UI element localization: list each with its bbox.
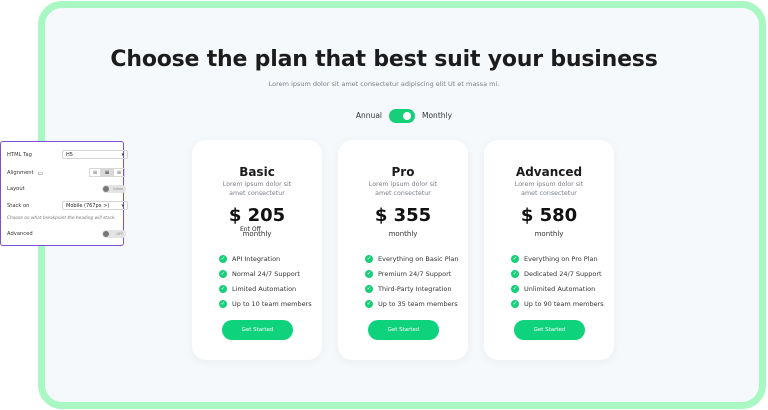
plan-name: Advanced [515, 165, 583, 179]
alignment-row: Alignment ▭ ≡ ≡ ≡ [7, 168, 125, 178]
monthly-label[interactable]: Monthly [422, 111, 452, 120]
feature-label: Up to 90 team members [524, 299, 604, 308]
alignment-label: Alignment [7, 170, 34, 176]
advanced-toggle[interactable]: OFF [102, 230, 126, 238]
plan-card-basic: Basic Lorem ipsum dolor sit amet consect… [192, 140, 322, 360]
monitor-icon[interactable]: ▭ [38, 170, 44, 177]
plan-name: Pro [391, 165, 415, 179]
feature-item: ✓ Third-Party Integration [365, 281, 459, 296]
stack-note: Choose on what breakpoint the heading wi… [7, 215, 116, 221]
html-tag-value: H5 [66, 152, 73, 158]
feature-label: Premium 24/7 Support [378, 269, 452, 278]
advanced-label: Advanced [7, 231, 33, 237]
plan-description: Lorem ipsum dolor sit amet consectetur [222, 181, 292, 197]
feature-list: ✓ Everything on Basic Plan ✓ Premium 24/7 … [365, 251, 459, 311]
feature-item: ✓ Premium 24/7 Support [365, 266, 459, 281]
feature-label: Limited Automation [232, 284, 297, 293]
check-icon: ✓ [365, 269, 373, 278]
feature-item: ✓ Up to 10 team members [219, 296, 312, 311]
check-icon: ✓ [219, 299, 227, 308]
alignment-buttons: ≡ ≡ ≡ [89, 168, 127, 177]
feature-item: ✓ API Integration [219, 251, 312, 266]
check-icon: ✓ [511, 284, 519, 293]
feature-label: Normal 24/7 Support [232, 269, 300, 278]
plan-name: Basic [239, 165, 275, 179]
align-left-icon[interactable]: ≡ [89, 168, 101, 177]
check-icon: ✓ [219, 254, 227, 263]
plan-card-advanced: Advanced Lorem ipsum dolor sit amet cons… [484, 140, 614, 360]
advanced-toggle-text: OFF [116, 232, 123, 236]
plan-price: $ 355 [374, 205, 432, 226]
chevron-down-icon: ▾ [121, 203, 124, 209]
feature-item: ✓ Up to 90 team members [511, 296, 604, 311]
feature-item: ✓ Normal 24/7 Support [219, 266, 312, 281]
plan-period: monthly [534, 230, 564, 238]
check-icon: ✓ [219, 269, 227, 278]
layout-toggle[interactable]: Inline [102, 185, 126, 193]
feature-label: Third-Party Integration [378, 284, 452, 293]
plan-description: Lorem ipsum dolor sit amet consectetur [368, 181, 438, 197]
feature-item: ✓ Everything on Pro Plan [511, 251, 604, 266]
layout-row: Layout Inline [7, 184, 126, 194]
feature-item: ✓ Dedicated 24/7 Support [511, 266, 604, 281]
align-right-icon[interactable]: ≡ [113, 168, 125, 177]
stack-on-row: Stack on Mobile (767px >) ▾ [7, 201, 128, 211]
feature-label: Unlimited Automation [524, 284, 596, 293]
stack-on-select[interactable]: Mobile (767px >) ▾ [62, 201, 128, 210]
plan-price: $ 580 [520, 205, 578, 226]
annual-label[interactable]: Annual [344, 111, 382, 120]
stack-note-row: Choose on what breakpoint the heading wi… [7, 213, 120, 223]
billing-toggle-row: Annual Monthly [0, 108, 768, 124]
plan-period: monthly [388, 230, 418, 238]
feature-label: Up to 35 team members [378, 299, 458, 308]
feature-label: API Integration [232, 254, 281, 263]
feature-item: ✓ Unlimited Automation [511, 281, 604, 296]
toggle-knob [103, 231, 109, 237]
heading-settings-panel: HTML Tag H5 ▾ Alignment ▭ ≡ ≡ ≡ Layout I… [0, 141, 128, 246]
advanced-row: Advanced OFF [7, 229, 126, 239]
html-tag-select[interactable]: H5 ▾ [62, 150, 128, 159]
html-tag-label: HTML Tag [7, 152, 32, 158]
check-icon: ✓ [511, 299, 519, 308]
feature-label: Everything on Basic Plan [378, 254, 459, 263]
check-icon: ✓ [365, 299, 373, 308]
check-icon: ✓ [365, 254, 373, 263]
overlay-tag-text: Ent Off [240, 226, 261, 233]
stack-on-value: Mobile (767px >) [66, 203, 110, 209]
billing-toggle-switch[interactable] [389, 109, 415, 123]
toggle-knob [403, 112, 411, 120]
layout-toggle-text: Inline [113, 187, 123, 191]
html-tag-row: HTML Tag H5 ▾ [7, 150, 128, 160]
page-title: Choose the plan that best suit your busi… [110, 47, 658, 72]
plan-price: $ 205 [228, 205, 286, 226]
get-started-button-advanced[interactable]: Get Started [514, 320, 585, 340]
plan-card-pro: Pro Lorem ipsum dolor sit amet consectet… [338, 140, 468, 360]
plan-description: Lorem ipsum dolor sit amet consectetur [514, 181, 584, 197]
feature-list: ✓ API Integration ✓ Normal 24/7 Support ✓ L… [219, 251, 312, 311]
feature-item: ✓ Everything on Basic Plan [365, 251, 459, 266]
stack-on-label: Stack on [7, 203, 30, 209]
check-icon: ✓ [511, 269, 519, 278]
feature-label: Everything on Pro Plan [524, 254, 598, 263]
page-subtitle: Lorem ipsum dolor sit amet consectetur a… [268, 80, 500, 88]
feature-item: ✓ Limited Automation [219, 281, 312, 296]
toggle-knob [103, 186, 109, 192]
check-icon: ✓ [365, 284, 373, 293]
feature-label: Up to 10 team members [232, 299, 312, 308]
get-started-button-pro[interactable]: Get Started [368, 320, 439, 340]
feature-list: ✓ Everything on Pro Plan ✓ Dedicated 24/7 … [511, 251, 604, 311]
check-icon: ✓ [511, 254, 519, 263]
align-center-icon[interactable]: ≡ [101, 168, 113, 177]
layout-label: Layout [7, 186, 25, 192]
feature-label: Dedicated 24/7 Support [524, 269, 602, 278]
check-icon: ✓ [219, 284, 227, 293]
feature-item: ✓ Up to 35 team members [365, 296, 459, 311]
chevron-down-icon: ▾ [121, 152, 124, 158]
get-started-button-basic[interactable]: Get Started [222, 320, 293, 340]
